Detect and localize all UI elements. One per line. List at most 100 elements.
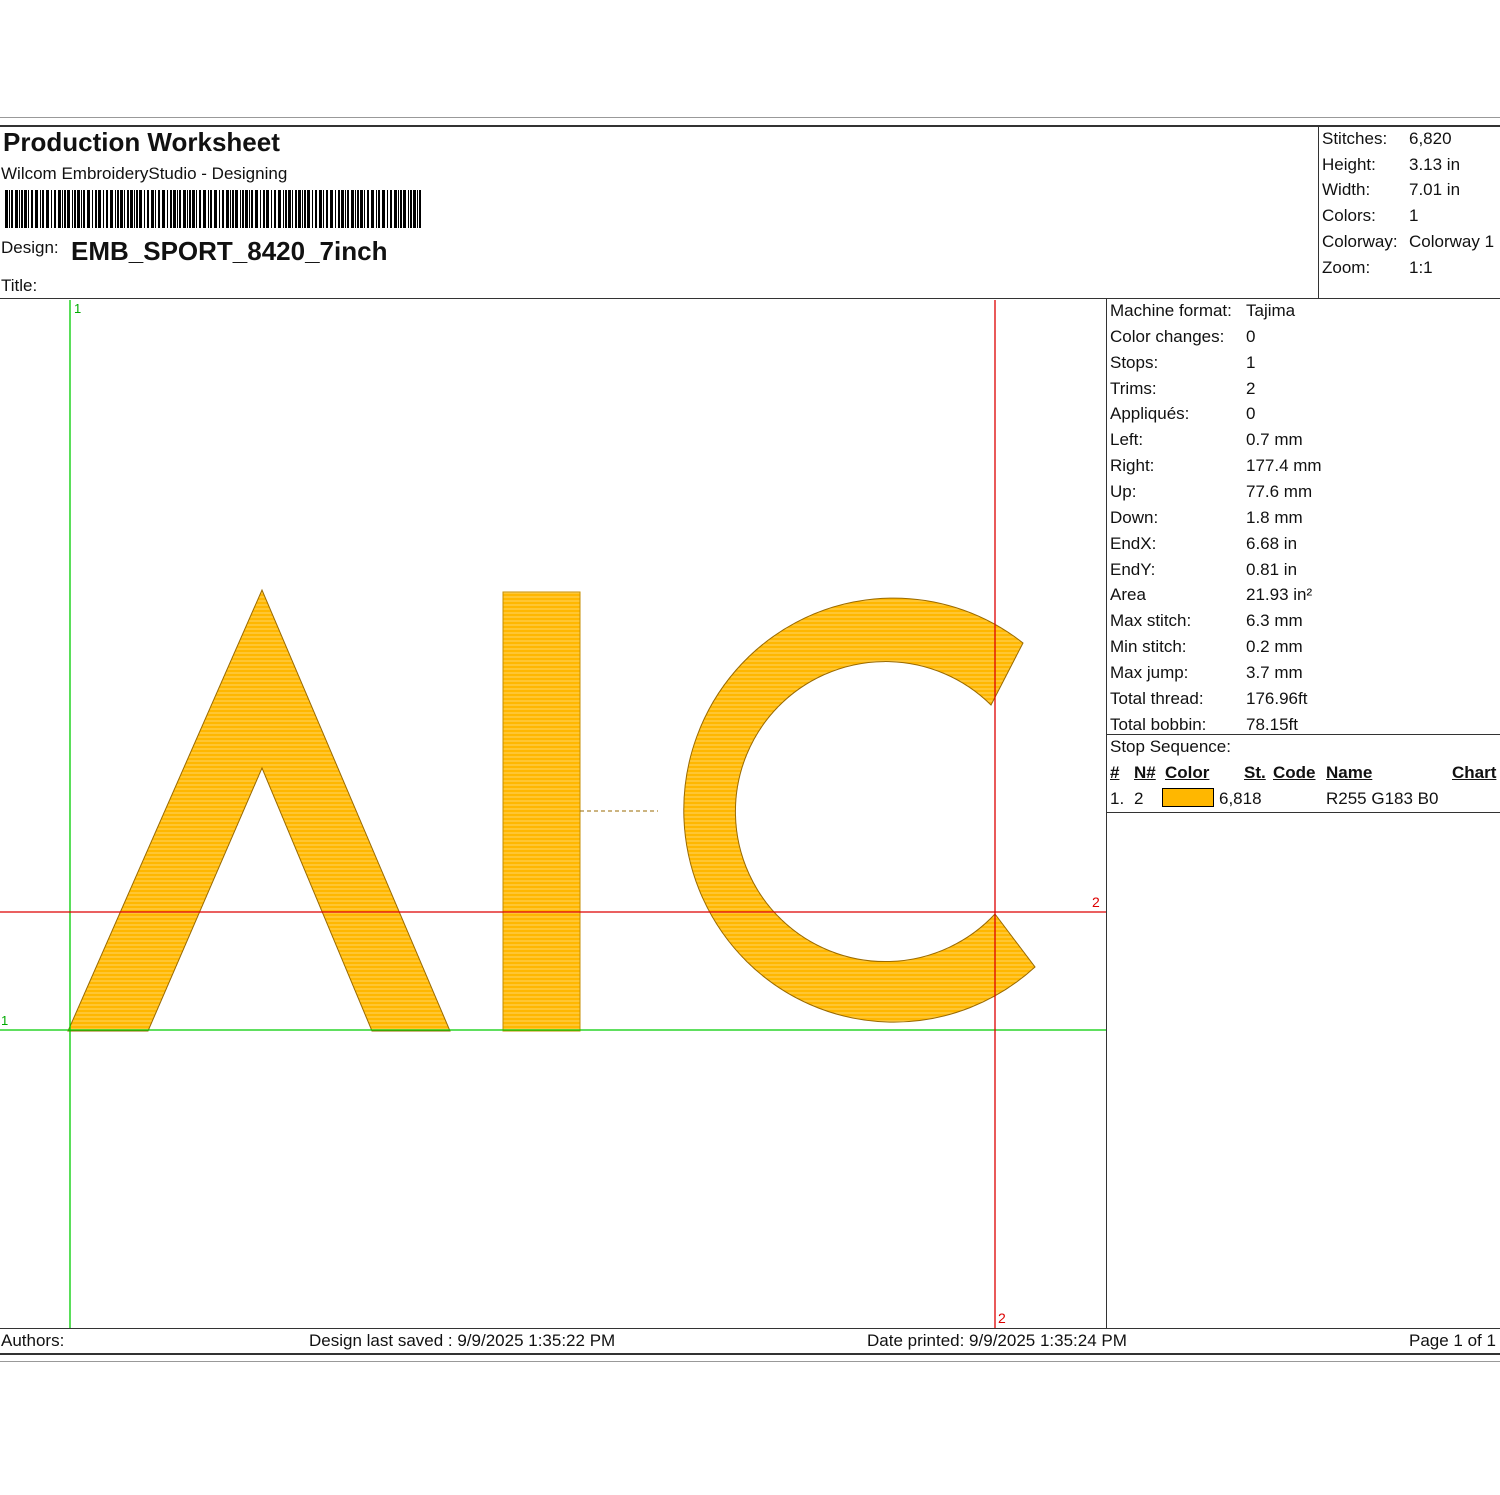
- letter-c: [683, 597, 1036, 1023]
- barcode-bar: [77, 190, 80, 228]
- detail-value: 177.4 mm: [1246, 456, 1322, 476]
- barcode-bar: [203, 190, 206, 228]
- detail-value: 78.15ft: [1246, 714, 1298, 734]
- barcode-bar: [288, 190, 291, 228]
- barcode-bar: [274, 190, 276, 228]
- red-guide-label-right: 2: [1092, 894, 1100, 910]
- detail-label: Min stitch:: [1110, 637, 1187, 657]
- barcode-bar: [19, 190, 20, 228]
- detail-value: 21.93 in²: [1246, 585, 1313, 605]
- barcode-bar: [106, 190, 108, 228]
- stop-sequence-label: Stop Sequence:: [1110, 737, 1231, 756]
- summary-value: 1:1: [1409, 258, 1433, 277]
- barcode-bar: [302, 190, 303, 228]
- barcode-bar: [394, 190, 397, 228]
- barcode-bar: [210, 190, 212, 228]
- barcode-bar: [367, 190, 369, 228]
- barcode-bar: [387, 190, 388, 228]
- barcode-bar: [92, 190, 93, 228]
- barcode-bar: [271, 190, 272, 228]
- software-name: Wilcom EmbroideryStudio - Designing: [1, 164, 288, 183]
- detail-value: 3.7 mm: [1246, 662, 1303, 682]
- summary-label: Colors:: [1322, 206, 1376, 225]
- barcode-bar: [15, 190, 18, 228]
- barcode-bar: [345, 190, 346, 228]
- barcode-bar: [219, 190, 220, 228]
- authors-label: Authors:: [1, 1331, 65, 1350]
- barcode-bar: [417, 190, 418, 228]
- letter-a: [67, 588, 451, 1032]
- detail-label: Total thread:: [1110, 688, 1204, 708]
- barcode-bar: [189, 190, 191, 228]
- summary-value: 7.01 in: [1409, 180, 1461, 199]
- barcode-bar: [351, 190, 354, 228]
- barcode-bar: [232, 190, 234, 228]
- detail-label: Right:: [1110, 456, 1155, 476]
- col-header-needle: N#: [1134, 763, 1156, 782]
- barcode-bar: [323, 190, 324, 228]
- last-saved: Design last saved : 9/9/2025 1:35:22 PM: [309, 1331, 616, 1350]
- footer-bottom-border-outer: [0, 1361, 1500, 1362]
- barcode-bar: [295, 190, 297, 228]
- barcode-bar: [21, 190, 23, 228]
- barcode-bar: [139, 190, 142, 228]
- summary-label: Height:: [1322, 155, 1376, 174]
- barcode-bar: [230, 190, 231, 228]
- barcode-bar: [95, 190, 97, 228]
- detail-label: EndY:: [1110, 559, 1156, 579]
- barcode-bar: [192, 190, 195, 228]
- barcode-bar: [214, 190, 217, 228]
- barcode-bar: [255, 190, 258, 228]
- barcode-bar: [376, 190, 377, 228]
- barcode-bar: [167, 190, 168, 228]
- summary-label: Zoom:: [1322, 258, 1371, 277]
- design-preview: 1 1 2 2: [0, 300, 1106, 1328]
- barcode-bar: [341, 190, 344, 228]
- letter-i: [502, 591, 581, 1032]
- barcode-bar: [312, 190, 313, 228]
- detail-value: 0.7 mm: [1246, 430, 1303, 450]
- detail-label: Color changes:: [1110, 326, 1225, 346]
- summary-value: 6,820: [1409, 129, 1452, 148]
- barcode-bar: [222, 190, 224, 228]
- barcode-bar: [115, 190, 116, 228]
- barcode-bar: [134, 190, 135, 228]
- barcode-bar: [11, 190, 13, 228]
- barcode-bar: [136, 190, 138, 228]
- summary-label: Width:: [1322, 180, 1371, 199]
- barcode-bar: [98, 190, 101, 228]
- barcode-bar: [40, 190, 41, 228]
- barcode-bar: [9, 190, 10, 228]
- barcode-bar: [398, 190, 399, 228]
- barcode-bar: [144, 190, 145, 228]
- barcode-bar: [251, 190, 253, 228]
- details-divider: [1106, 299, 1107, 1328]
- col-header-code: Code: [1273, 763, 1316, 782]
- barcode-bar: [130, 190, 133, 228]
- barcode-bar: [319, 190, 322, 228]
- barcode-bar: [28, 190, 29, 228]
- barcode-bar: [58, 190, 61, 228]
- detail-label: Appliqués:: [1110, 404, 1190, 424]
- col-header-chart: Chart: [1452, 763, 1497, 782]
- col-header-name: Name: [1326, 763, 1373, 782]
- date-printed: Date printed: 9/9/2025 1:35:24 PM: [867, 1331, 1127, 1350]
- green-guide-label-top: 1: [74, 301, 81, 316]
- barcode-bar: [208, 190, 209, 228]
- barcode-bar: [226, 190, 229, 228]
- barcode-bar: [249, 190, 250, 228]
- barcode-bar: [410, 190, 412, 228]
- barcode: [5, 190, 421, 228]
- summary-divider: [1318, 126, 1319, 298]
- detail-value: 0: [1246, 326, 1256, 346]
- barcode-bar: [117, 190, 119, 228]
- barcode-bar: [151, 190, 154, 228]
- barcode-bar: [103, 190, 104, 228]
- barcode-bar: [292, 190, 293, 228]
- barcode-bar: [260, 190, 261, 228]
- title-label: Title:: [1, 276, 38, 295]
- stop-index: 1.: [1110, 789, 1125, 808]
- barcode-bar: [67, 190, 70, 228]
- barcode-bar: [5, 190, 8, 228]
- barcode-bar: [355, 190, 356, 228]
